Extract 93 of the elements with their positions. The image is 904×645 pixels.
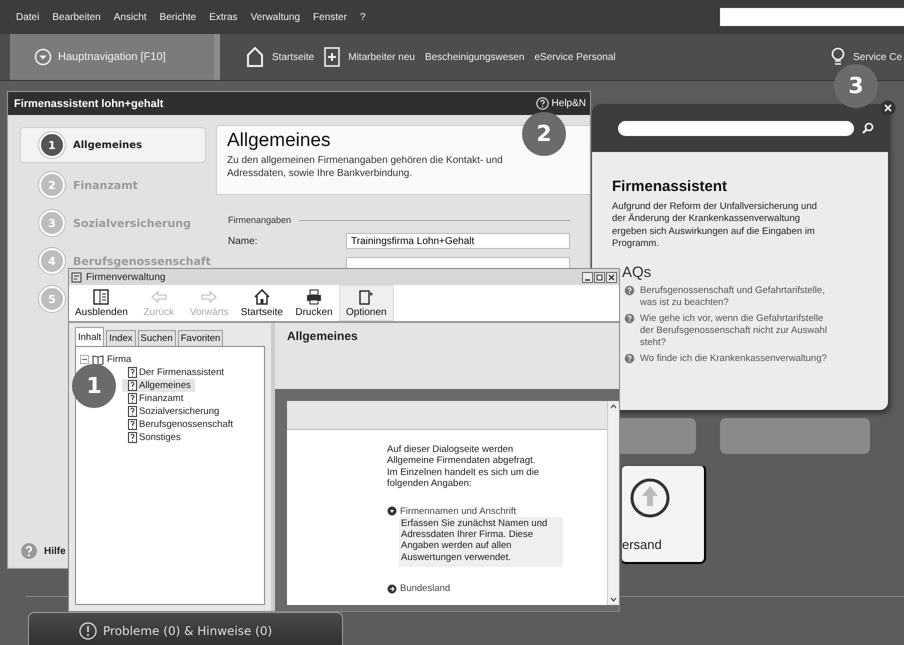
search-field[interactable] <box>618 120 854 136</box>
topic-section-link[interactable]: Bundesland <box>387 583 450 594</box>
topic-text: Auf dieser Dialogseite werden Allgemeine Firmendaten abgefragt. Im Einzelnen handelt es sich um die folgenden Angaben: <box>387 444 540 490</box>
menu-item[interactable]: Extras <box>209 12 238 22</box>
step-number: 5 <box>39 286 65 312</box>
scrollbar[interactable] <box>607 401 619 605</box>
menu-item[interactable]: Verwaltung <box>250 12 300 22</box>
help-page-icon <box>128 432 137 443</box>
help-page-icon <box>128 419 137 430</box>
tree-item[interactable]: Sozialversicherung <box>122 405 224 418</box>
toolbar-button[interactable]: Startseite <box>234 285 289 321</box>
main-navigation-button[interactable]: Hauptnavigation [F10] <box>10 34 220 80</box>
nav-link[interactable]: Service Ce <box>829 47 904 67</box>
tree-item[interactable]: Allgemeines <box>122 379 195 392</box>
info-icon <box>79 622 97 640</box>
tree-item[interactable]: Der Firmenassistent <box>122 366 228 379</box>
wizard-step[interactable]: 1 Allgemeines <box>20 127 206 163</box>
toolbar-button[interactable]: Ausblenden <box>69 285 134 321</box>
tree-item[interactable]: Sonstiges <box>122 431 185 444</box>
house-icon <box>246 46 264 68</box>
help-label[interactable]: Hilfe <box>44 546 66 556</box>
panel-icon <box>92 288 110 306</box>
tree-item[interactable]: Berufsgenossenschaft <box>122 418 238 431</box>
page-title: Allgemeines <box>227 130 330 152</box>
problems-tab[interactable]: Probleme (0) & Hinweise (0) <box>28 612 343 645</box>
tab[interactable]: Inhalt <box>75 327 104 346</box>
question-icon <box>624 285 635 296</box>
minimize-button[interactable] <box>582 272 593 282</box>
panel-text: Aufgrund der Reform der Unfallversicherung und der Änderung der Krankenkassenverwaltung ergeben sich Auswirkungen auf die Eingaben im Programm. <box>612 201 818 250</box>
search-icon[interactable] <box>862 122 874 134</box>
tab[interactable]: Index <box>106 330 136 346</box>
help-page-icon <box>128 406 137 417</box>
house-icon <box>252 288 271 306</box>
dropdown-icon <box>34 48 52 66</box>
faq-link[interactable]: Wie gehe ich vor, wenn die Gefahrtarifstelle der Berufsgenossenschaft nicht zur Auswahl steht? <box>640 313 830 349</box>
collapse-icon[interactable] <box>80 355 89 364</box>
menu-item[interactable]: Fenster <box>313 12 347 22</box>
tree-node[interactable]: Firma <box>80 353 132 366</box>
add-document-icon <box>324 47 340 67</box>
menu-item[interactable]: Datei <box>16 12 40 22</box>
window-title: Firmenverwaltung <box>86 272 166 282</box>
help-icon <box>20 542 38 560</box>
lightbulb-icon <box>831 47 846 67</box>
question-icon <box>624 352 635 364</box>
menu-item[interactable]: Ansicht <box>114 12 147 22</box>
close-icon <box>608 274 615 280</box>
step-number: 1 <box>39 132 65 158</box>
tab[interactable]: Favoriten <box>178 330 224 346</box>
close-button[interactable] <box>606 272 617 282</box>
field-label: Name: <box>228 236 258 246</box>
nav-link[interactable]: eService Personal <box>532 52 618 62</box>
step-number: 4 <box>39 248 65 274</box>
page-description: Zu den allgemeinen Firmenangaben gehören die Kontakt- und Adressdaten, sowie Ihre Bankverbindung. <box>227 154 504 180</box>
step-number: 2 <box>39 172 65 198</box>
nav-link[interactable]: Bescheinigungswesen <box>422 52 526 62</box>
help-icon <box>536 97 549 110</box>
nav-link[interactable]: Startseite <box>244 46 316 68</box>
question-icon <box>624 313 635 324</box>
menu-item[interactable]: Bearbeiten <box>52 12 101 22</box>
help-book-icon <box>71 272 82 282</box>
section-label: Firmenangaben <box>228 215 292 225</box>
help-page-icon <box>128 393 137 404</box>
maximize-button[interactable] <box>594 272 605 282</box>
nav-link[interactable]: Mitarbeiter neu <box>322 47 417 67</box>
options-icon <box>357 288 376 306</box>
window-title: Firmenassistent lohn+gehalt <box>14 98 164 110</box>
maximize-icon <box>596 274 603 280</box>
close-icon[interactable] <box>880 100 896 116</box>
menu-item[interactable]: ? <box>360 12 366 22</box>
topic-section-text: Erfassen Sie zunächst Namen und Adressdaten Ihrer Firma. Diese Angaben werden auf allen Auswertungen verwendet. <box>399 516 563 568</box>
help-link[interactable]: Help&N <box>536 97 586 110</box>
panel-title: Firmenassistent <box>612 178 728 195</box>
toolbar-button[interactable]: Drucken <box>288 285 339 321</box>
tab[interactable]: Suchen <box>138 330 176 346</box>
faq-link[interactable]: Berufsgenossenschaft und Gefahrtarifstelle, was ist zu beachten? <box>640 285 830 310</box>
forward-arrow-icon <box>200 288 218 306</box>
topic-title: Allgemeines <box>287 329 358 343</box>
step-number: 3 <box>39 210 65 236</box>
name-field[interactable]: Trainingsfirma Lohn+Gehalt <box>346 233 570 249</box>
tree-item[interactable]: Finanzamt <box>122 392 188 405</box>
menu-item[interactable]: Berichte <box>160 12 196 22</box>
tile[interactable] <box>720 418 870 454</box>
shipping-tile[interactable]: ersand <box>620 464 706 564</box>
book-icon <box>92 354 104 365</box>
topic-section-link[interactable]: Firmennamen und Anschrift <box>387 506 516 517</box>
faq-link[interactable]: Wo finde ich die Krankenkassenverwaltung? <box>640 352 830 365</box>
help-page-icon <box>128 367 137 378</box>
help-page-icon <box>128 380 137 391</box>
search-field[interactable] <box>720 8 904 26</box>
printer-icon <box>304 288 323 306</box>
back-arrow-icon <box>150 288 168 306</box>
toolbar-button[interactable]: Optionen <box>338 285 394 321</box>
faq-heading: AQs <box>621 264 652 282</box>
